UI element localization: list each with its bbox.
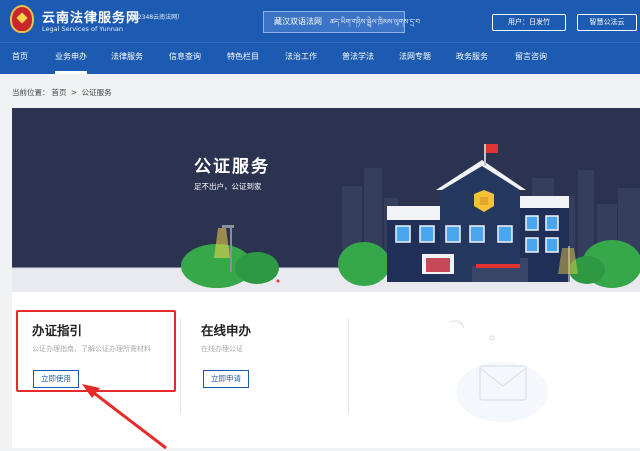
banner-subtitle: 足不出户，公证到家 [194, 182, 262, 191]
nav-legal-services[interactable]: 法律服务 [111, 43, 143, 74]
card-title-online: 在线申办 [201, 323, 252, 338]
nav-home[interactable]: 首页 [12, 43, 28, 74]
breadcrumb-current: 公证服务 [81, 88, 112, 97]
breadcrumb-home[interactable]: 首页 [52, 88, 67, 97]
bilingual-site-link[interactable]: 藏汉双语法网 ཚད་ཡིག་གཉིས་སྦྲེལ་ཁྲིམས་ལུགས་དྲ་བ [263, 11, 420, 33]
main-nav: 首页 业务申办 法律服务 信息查询 特色栏目 法治工作 普法学法 法网专题 政务… [0, 42, 640, 74]
breadcrumb-separator: > [70, 88, 78, 97]
nav-government[interactable]: 政务服务 [456, 43, 488, 74]
card-divider [348, 318, 349, 414]
court-emblem-icon[interactable] [10, 5, 34, 33]
banner-title: 公证服务 [194, 157, 270, 177]
nav-info-query[interactable]: 信息查询 [169, 43, 201, 74]
nav-rule-of-law[interactable]: 法治工作 [285, 43, 317, 74]
notary-banner: 公证服务 足不出户，公证到家 [12, 108, 640, 292]
nav-featured[interactable]: 特色栏目 [227, 43, 259, 74]
apply-now-button[interactable]: 立即申请 [203, 370, 249, 388]
nav-business[interactable]: 业务申办 [55, 43, 87, 74]
user-button[interactable]: 用户：日发竹 [492, 14, 566, 31]
nav-messages[interactable]: 留言咨询 [515, 43, 547, 74]
bilingual-script: ཚད་ཡིག་གཉིས་སྦྲེལ་ཁྲིམས་ལུགས་དྲ་བ [330, 18, 420, 26]
breadcrumb-prefix: 当前位置： [12, 88, 50, 97]
site-subtitle: （12348云南法网） [128, 14, 184, 21]
bilingual-label: 藏汉双语法网 [274, 17, 322, 26]
notary-office-illustration [12, 144, 640, 292]
nav-law-education[interactable]: 普法学法 [342, 43, 374, 74]
nav-topics[interactable]: 法网专题 [399, 43, 431, 74]
highlight-box [16, 310, 176, 392]
site-header: 云南法律服务网 （12348云南法网） Legal Services of Yu… [0, 0, 640, 42]
site-name[interactable]: 云南法律服务网 [42, 7, 140, 26]
smart-cloud-button[interactable]: 智慧公法云 [577, 14, 637, 31]
breadcrumb: 当前位置： 首页 > 公证服务 [12, 87, 114, 98]
card-divider [180, 318, 181, 414]
card-desc-online: 在线办理公证 [201, 345, 243, 353]
site-english-name: Legal Services of Yunnan [42, 25, 123, 33]
